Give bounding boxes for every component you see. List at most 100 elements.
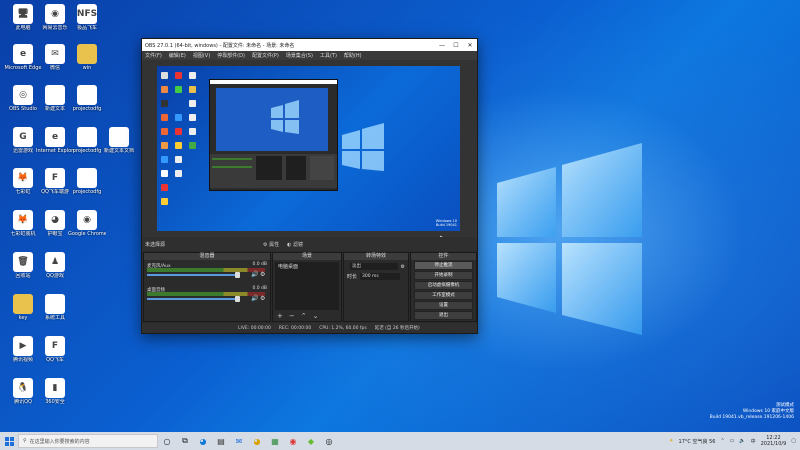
speaker-icon[interactable]: 🔊 [251,272,258,278]
volume-meter [147,292,265,296]
windows-start-icon [4,436,14,446]
menu-tools[interactable]: 工具(T) [320,52,337,59]
obs-window[interactable]: OBS 27.0.1 (64-bit, windows) - 配置文件: 未命名… [141,38,478,334]
menu-edit[interactable]: 编辑(E) [169,52,186,59]
menu-scene-collection[interactable]: 场景集合(S) [286,52,313,59]
desktop-icon-image [109,127,129,147]
move-up-icon[interactable]: ⌃ [301,312,307,320]
volume-slider-handle[interactable] [235,296,240,302]
start-virtual-camera-button[interactable]: 启动虚拟摄像机 [414,281,473,290]
obs-title-bar[interactable]: OBS 27.0.1 (64-bit, windows) - 配置文件: 未命名… [142,39,477,51]
desktop-icon[interactable]: ▮ 360安全 [36,378,74,418]
volume-slider[interactable] [147,298,239,300]
mail-icon[interactable]: ✉ [230,432,248,450]
eye-protect-icon[interactable]: ◕ [248,432,266,450]
cortana-icon[interactable]: ○ [158,432,176,450]
gear-icon[interactable]: ⚙ [260,272,266,278]
desktop-icon-image: ♟ [45,252,65,272]
obs-window-title: OBS 27.0.1 (64-bit, windows) - 配置文件: 未命名… [145,42,295,49]
system-tray: ☀ 17°C 空气良 56 ⌃ ▭ 🔈 中 12:22 2021/10/9 ▢ [669,432,800,450]
stop-streaming-button[interactable]: 停止推流 [414,261,473,270]
settings-button[interactable]: 设置 [414,301,473,310]
notification-icon[interactable]: ▢ [791,438,796,444]
menu-profile[interactable]: 配置文件(P) [252,52,279,59]
desktop-icon-image: G [13,127,33,147]
network-icon[interactable]: ▭ [730,438,735,444]
close-icon[interactable]: ✕ [463,42,477,49]
desktop-icon-label: projectodfg [72,189,102,195]
maximize-icon[interactable]: ☐ [449,42,463,49]
nested-obs-window [209,79,338,191]
desktop-icon-image [45,294,65,314]
menu-docks[interactable]: 停靠部件(D) [217,52,245,59]
live-time: LIVE: 00:00:00 [238,325,271,331]
obs-docks: 混音器 麦克风/Aux 0.0 dB 🔊 ⚙ 桌面音频 0.0 dB � [142,252,477,322]
obs-status-bar: LIVE: 00:00:00 REC: 00:00:00 CPU: 1.2%, … [142,323,477,333]
scene-item[interactable]: 电脑桌面 [278,263,336,270]
desktop-icon[interactable]: ◉ Google Chrome [68,210,106,250]
speaker-icon[interactable]: 🔊 [251,296,258,302]
desktop-icon[interactable]: win [68,44,106,84]
app-icon[interactable]: ▦ [266,432,284,450]
desktop-icon-label: 极品飞车 [76,25,97,31]
duration-input[interactable]: 300 ms [360,273,401,280]
desktop-icon-image: 🖥 [13,4,33,24]
taskbar-search-box[interactable]: ⚲ 在这里输入你要搜索的内容 [18,434,158,448]
obs-taskbar-icon[interactable]: ◎ [320,432,338,450]
source-toolbar: 未选择源 ⚙ 属性 ◐ 滤镜 [142,237,477,251]
desktop-icon-image: 🦊 [13,210,33,230]
desktop-icon[interactable]: 新建文本文档 [100,127,138,167]
properties-button[interactable]: ⚙ 属性 [263,241,279,248]
chevron-up-icon[interactable]: ⌃ [720,438,724,444]
menu-help[interactable]: 帮助(H) [344,52,362,59]
ime-icon[interactable]: 中 [751,438,756,445]
volume-icon[interactable]: 🔈 [739,438,745,444]
move-down-icon[interactable]: ⌄ [313,312,319,320]
task-view-icon[interactable]: ⧉ [176,432,194,450]
desktop-icon-image: F [45,168,65,188]
minimize-icon[interactable]: — [435,42,449,49]
remove-icon[interactable]: − [289,312,295,320]
scene-tools: + − ⌃ ⌄ [273,312,341,320]
start-button[interactable] [0,432,18,450]
start-recording-button[interactable]: 开始录制 [414,271,473,280]
weather-text[interactable]: 17°C 空气良 56 [679,438,716,445]
app-icon[interactable]: ◆ [302,432,320,450]
desktop-icon-image [77,127,97,147]
desktop-icon-image [13,294,33,314]
desktop-icon[interactable]: F QQ飞车 [36,336,74,376]
watermark-line: Build 19041.vb_release.191206-1406 [709,415,794,420]
desktop-icon[interactable]: ♟ QQ游戏 [36,252,74,292]
gear-icon[interactable]: ⚙ [260,296,266,302]
chrome-icon[interactable]: ◉ [284,432,302,450]
search-icon: ⚲ [23,438,27,444]
desktop-icon[interactable]: projectodfg [68,85,106,125]
scenes-dock: 场景 电脑桌面 + − ⌃ ⌄ [272,252,342,322]
desktop-icon-image [77,168,97,188]
taskbar: ⚲ 在这里输入你要搜索的内容 ○ ⧉ ◕ ▤ ✉ ◕ ▦ ◉ ◆ ◎ ☀ 17°… [0,432,800,450]
windows-watermark: 测试模式 Windows 10 家庭中文版 Build 19041.vb_rel… [710,403,794,421]
desktop-icon-image: ◎ [13,85,33,105]
exit-button[interactable]: 退出 [414,311,473,320]
controls-header: 控件 [411,253,476,260]
studio-mode-button[interactable]: 工作室模式 [414,291,473,300]
filters-button[interactable]: ◐ 滤镜 [287,241,303,248]
obs-preview[interactable]: Windows 10Build 19041 ➤ [142,60,477,242]
volume-slider[interactable] [147,274,239,276]
volume-slider-handle[interactable] [235,272,240,278]
desktop-icon[interactable]: projectodfg [68,168,106,208]
menu-file[interactable]: 文件(F) [145,52,162,59]
store-icon[interactable]: ▤ [212,432,230,450]
menu-view[interactable]: 视图(V) [193,52,210,59]
rec-time: REC: 00:00:00 [278,325,312,331]
desktop-icon[interactable]: 系统工具 [36,294,74,334]
gear-icon[interactable]: ⚙ [401,264,405,270]
add-icon[interactable]: + [277,312,283,320]
cpu-fps: CPU: 1.2%, 60.00 fps [319,325,367,331]
clock[interactable]: 12:22 2021/10/9 [761,435,787,447]
scene-list: 电脑桌面 [275,262,339,310]
edge-icon[interactable]: ◕ [194,432,212,450]
obs-menu-bar: 文件(F) 编辑(E) 视图(V) 停靠部件(D) 配置文件(P) 场景集合(S… [142,51,477,60]
transition-select[interactable]: 淡出 [350,263,398,270]
desktop-icon[interactable]: NFS 极品飞车 [68,4,106,44]
